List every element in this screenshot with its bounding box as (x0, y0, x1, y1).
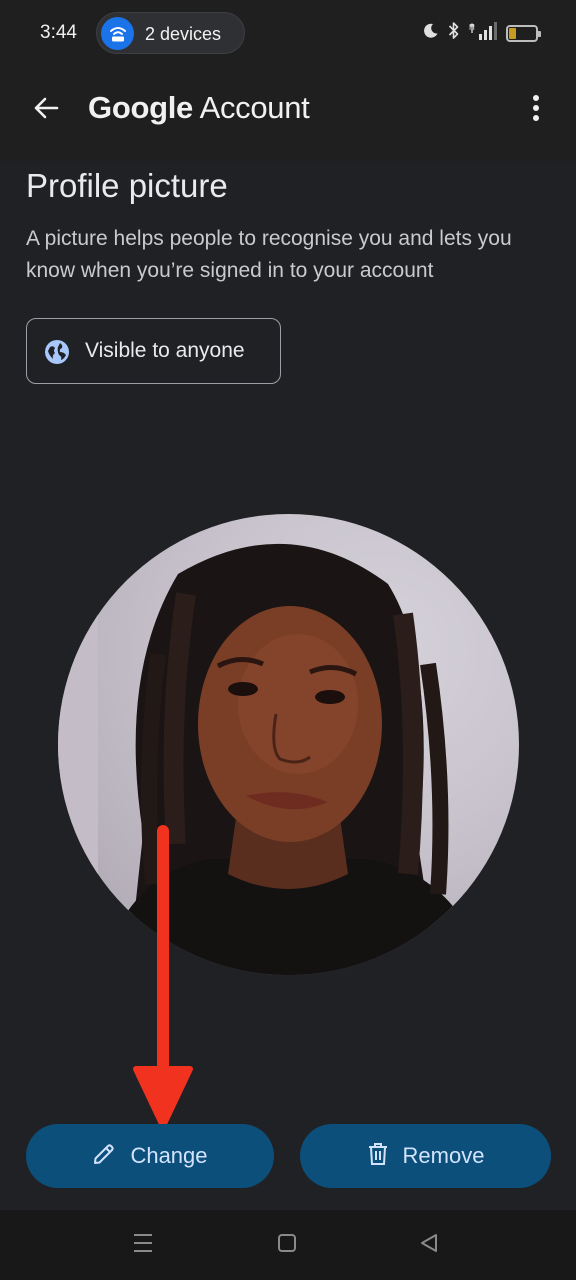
app-title-brand: Google (88, 90, 193, 125)
app-title-rest: Account (192, 90, 310, 125)
remove-label: Remove (402, 1143, 485, 1168)
arrow-back-icon (32, 94, 60, 127)
battery-level: 25 (515, 25, 529, 38)
hotspot-chip[interactable]: 2 devices (96, 12, 245, 54)
pencil-icon (92, 1142, 116, 1171)
back-triangle-icon (418, 1232, 440, 1259)
signal-icon: H (469, 21, 497, 46)
trash-icon (367, 1142, 389, 1171)
app-bar: Google Account (0, 66, 576, 161)
menu-icon (131, 1232, 155, 1259)
system-nav-bar (0, 1210, 576, 1280)
status-icons: H 25 (422, 21, 541, 46)
status-bar: 3:44 2 devices H 25 (0, 0, 576, 66)
battery-icon: 25 (506, 24, 541, 42)
profile-picture-page: Profile picture A picture helps people t… (0, 161, 576, 1210)
change-button[interactable]: Change (26, 1124, 274, 1188)
nav-menu-button[interactable] (128, 1230, 158, 1260)
screen: 3:44 2 devices H 25 Google Account Profi… (0, 0, 576, 1280)
more-vert-icon (532, 94, 540, 127)
moon-icon (422, 22, 439, 44)
back-button[interactable] (24, 88, 68, 132)
hotspot-icon (101, 17, 134, 50)
status-time: 3:44 (40, 22, 77, 43)
remove-button[interactable]: Remove (300, 1124, 551, 1188)
nav-home-button[interactable] (272, 1230, 302, 1260)
home-square-icon (276, 1232, 298, 1259)
bluetooth-icon (448, 21, 460, 45)
change-label: Change (130, 1143, 208, 1168)
annotation-arrow (133, 825, 193, 1129)
app-title: Google Account (88, 90, 310, 126)
hotspot-label: 2 devices (145, 24, 222, 44)
more-options-button[interactable] (514, 88, 558, 132)
nav-back-button[interactable] (414, 1230, 444, 1260)
